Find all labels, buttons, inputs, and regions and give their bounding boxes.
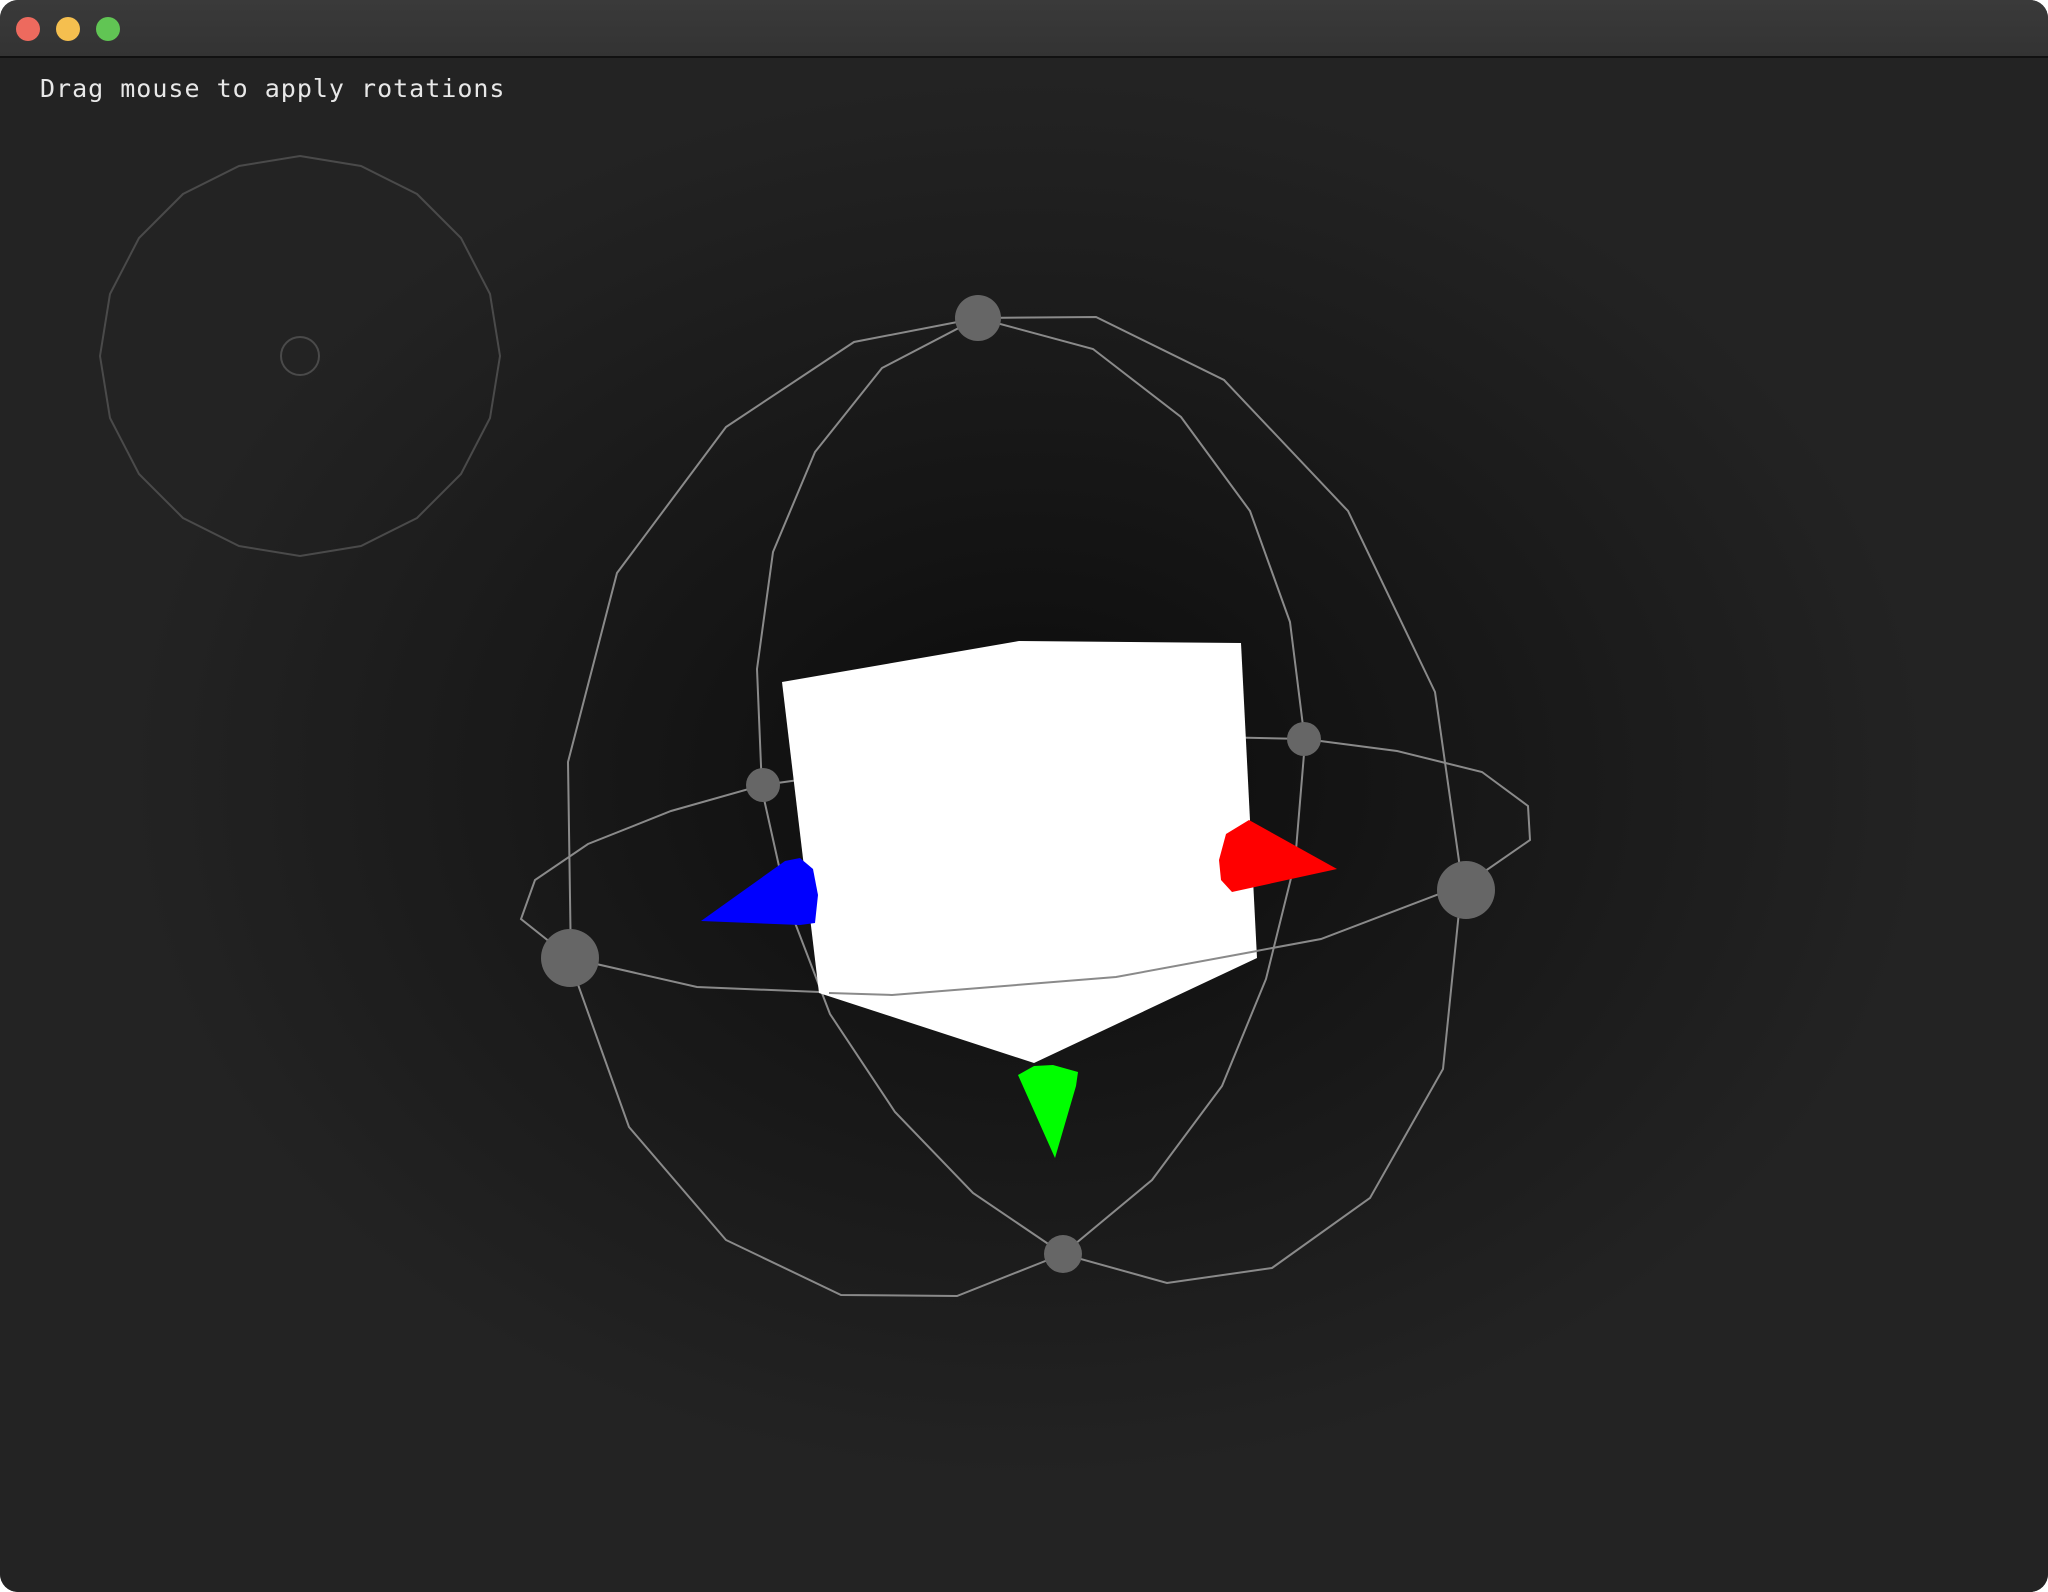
- handle-left-back: [746, 768, 780, 802]
- trackball-widget-icon[interactable]: [98, 154, 502, 558]
- z-axis-cone[interactable]: [701, 858, 818, 925]
- zoom-button[interactable]: [96, 17, 120, 41]
- scene-canvas[interactable]: [0, 58, 2048, 1592]
- handle-right-front: [1437, 861, 1495, 919]
- handle-top: [955, 295, 1001, 341]
- title-bar[interactable]: [0, 0, 2048, 58]
- handle-bottom: [1044, 1235, 1082, 1273]
- minimize-button[interactable]: [56, 17, 80, 41]
- y-axis-cone[interactable]: [1018, 1065, 1078, 1158]
- cube-icon[interactable]: [782, 641, 1257, 1063]
- app-window: Drag mouse to apply rotations: [0, 0, 2048, 1592]
- close-button[interactable]: [16, 17, 40, 41]
- handle-right-back: [1287, 722, 1321, 756]
- x-axis-cone[interactable]: [1219, 820, 1337, 892]
- handle-left-front: [541, 929, 599, 987]
- 3d-viewport[interactable]: Drag mouse to apply rotations: [0, 58, 2048, 1592]
